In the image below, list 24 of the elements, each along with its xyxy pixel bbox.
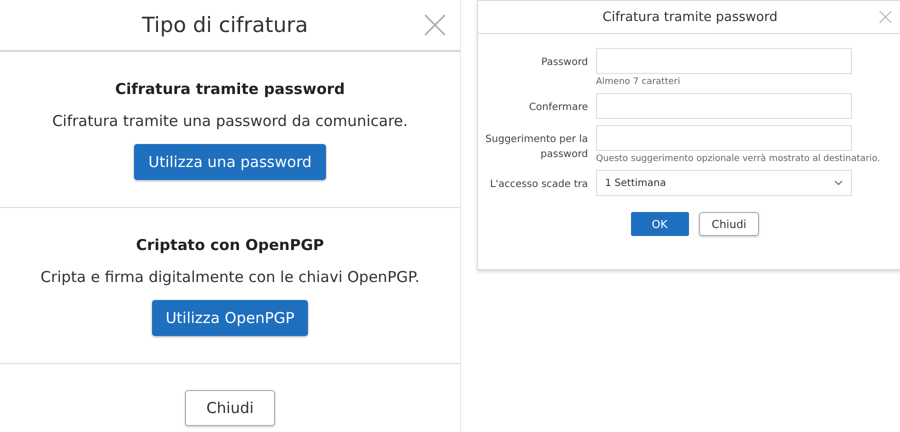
input-field[interactable] (596, 93, 852, 119)
section-description: Cifratura tramite una password da comunicare. (52, 112, 408, 130)
section-description: Cripta e firma digitalmente con le chiavi OpenPGP. (40, 268, 420, 286)
input-field[interactable] (596, 48, 852, 74)
option-button[interactable]: Utilizza OpenPGP (152, 300, 308, 336)
field-label: Password (540, 56, 588, 70)
field-label: L'accesso scade tra (489, 178, 588, 192)
input-field[interactable] (596, 125, 852, 151)
field-label: Confermare (528, 101, 588, 115)
chevron-icon (834, 180, 843, 186)
section-heading: Criptato con OpenPGP (136, 236, 324, 254)
option-button[interactable]: Utilizza una password (134, 144, 326, 180)
field-hint: Questo suggerimento opzionale verrà mostrato al destinatario. (596, 154, 880, 164)
close-icon[interactable] (424, 14, 446, 36)
field-label: Suggerimento per la password (484, 133, 588, 162)
dialog-title: Tipo di cifratura (142, 13, 308, 37)
close-button[interactable]: Chiudi (698, 212, 760, 236)
section-heading: Cifratura tramite password (115, 80, 345, 98)
close-icon[interactable] (879, 10, 892, 24)
field-hint: Almeno 7 caratteri (596, 77, 680, 87)
close-button[interactable]: Chiudi (185, 390, 275, 426)
dialog-title: Cifratura tramite password (602, 10, 778, 24)
select-field[interactable]: 1 Settimana (596, 170, 852, 196)
ok-button[interactable]: OK (630, 212, 689, 236)
